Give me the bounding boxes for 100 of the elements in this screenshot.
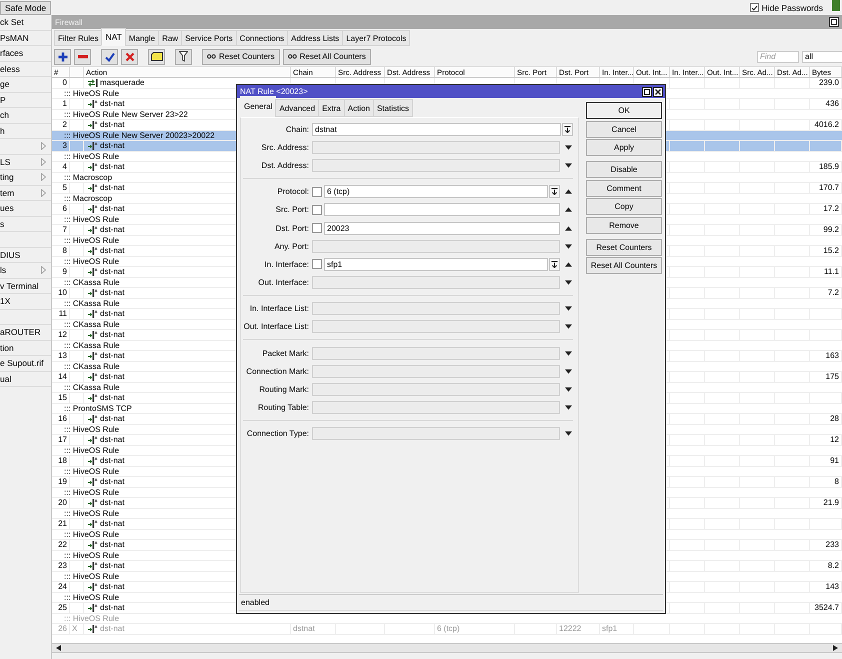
table-cell: 12222 bbox=[559, 624, 582, 634]
sidebar-item[interactable]: ck Set bbox=[0, 15, 51, 30]
sidebar-item[interactable]: ting bbox=[0, 170, 51, 186]
dialog-button[interactable]: Apply bbox=[586, 139, 662, 156]
sidebar-item[interactable]: 1X bbox=[0, 294, 51, 310]
dialog-button[interactable]: Reset All Counters bbox=[586, 257, 662, 274]
dialog-button[interactable]: Reset Counters bbox=[586, 238, 662, 256]
up-arrow-icon[interactable] bbox=[564, 226, 572, 231]
sidebar-item[interactable]: e Supout.rif bbox=[0, 356, 51, 372]
down-arrow-icon[interactable] bbox=[564, 431, 572, 436]
down-arrow-icon[interactable] bbox=[564, 324, 572, 330]
sidebar-item[interactable]: ch bbox=[0, 108, 51, 124]
input-field[interactable] bbox=[312, 427, 560, 440]
negate-checkbox[interactable] bbox=[312, 223, 322, 234]
combo-button[interactable] bbox=[549, 258, 560, 271]
input-field[interactable]: dstnat bbox=[312, 122, 561, 136]
tab[interactable]: Address Lists bbox=[287, 30, 344, 46]
toolbar-button[interactable]: Reset Counters bbox=[202, 48, 280, 64]
dialog-button[interactable]: Remove bbox=[586, 216, 662, 234]
find-field[interactable]: Find bbox=[757, 50, 799, 62]
sidebar-item[interactable]: aROUTER bbox=[0, 325, 51, 340]
down-arrow-icon[interactable] bbox=[564, 387, 572, 392]
tab[interactable]: Connections bbox=[236, 30, 288, 46]
sidebar-item[interactable]: v Terminal bbox=[0, 278, 51, 294]
input-field[interactable] bbox=[312, 364, 560, 378]
sidebar-item[interactable]: PsMAN bbox=[0, 30, 51, 46]
down-arrow-icon[interactable] bbox=[564, 244, 572, 249]
sidebar-item[interactable]: eless bbox=[0, 62, 51, 77]
tab[interactable]: Raw bbox=[158, 30, 182, 46]
sidebar-item[interactable]: rfaces bbox=[0, 46, 51, 62]
input-field[interactable] bbox=[312, 383, 560, 396]
input-field[interactable] bbox=[312, 302, 560, 316]
tab[interactable]: Advanced bbox=[275, 99, 320, 117]
sidebar-item[interactable]: h bbox=[0, 124, 51, 139]
sidebar-item[interactable]: ge bbox=[0, 77, 51, 92]
input-field[interactable] bbox=[312, 401, 560, 414]
input-field[interactable]: 20023 bbox=[324, 222, 560, 235]
safe-mode-button[interactable]: Safe Mode bbox=[0, 1, 51, 15]
rule-comment: ::: HiveOS Rule bbox=[64, 550, 120, 560]
sidebar-item[interactable]: ls bbox=[0, 263, 51, 278]
input-field[interactable] bbox=[312, 158, 560, 172]
negate-checkbox[interactable] bbox=[312, 259, 322, 270]
dialog-button[interactable]: Cancel bbox=[586, 120, 662, 138]
tab[interactable]: Filter Rules bbox=[54, 30, 102, 46]
toolbar-button[interactable] bbox=[175, 48, 192, 64]
dialog-button[interactable]: Disable bbox=[586, 161, 662, 178]
horizontal-scrollbar[interactable] bbox=[52, 643, 842, 653]
down-arrow-icon[interactable] bbox=[564, 144, 572, 150]
input-field[interactable] bbox=[312, 320, 560, 334]
sidebar-item[interactable]: ual bbox=[0, 372, 51, 387]
down-arrow-icon[interactable] bbox=[564, 350, 572, 356]
restore-icon[interactable] bbox=[829, 17, 839, 27]
toolbar-button[interactable] bbox=[54, 48, 71, 64]
sidebar-item[interactable]: P bbox=[0, 92, 51, 108]
sidebar-item[interactable]: ues bbox=[0, 201, 51, 216]
tab[interactable]: Mangle bbox=[124, 30, 160, 46]
input-field[interactable] bbox=[312, 240, 560, 253]
down-arrow-icon[interactable] bbox=[564, 306, 572, 312]
close-icon[interactable] bbox=[653, 86, 663, 96]
down-arrow-icon[interactable] bbox=[564, 368, 572, 374]
up-arrow-icon[interactable] bbox=[564, 262, 572, 267]
down-arrow-icon[interactable] bbox=[564, 405, 572, 410]
sidebar-item[interactable]: DIUS bbox=[0, 248, 51, 263]
rule-comment: ::: HiveOS Rule bbox=[64, 466, 120, 476]
negate-checkbox[interactable] bbox=[312, 204, 322, 215]
tab[interactable]: Layer7 Protocols bbox=[342, 30, 410, 46]
toolbar-button[interactable]: Reset All Counters bbox=[282, 48, 371, 64]
tab[interactable]: Extra bbox=[318, 99, 345, 117]
dialog-button[interactable]: Comment bbox=[586, 180, 662, 196]
input-field[interactable] bbox=[312, 276, 560, 290]
sidebar-item[interactable]: s bbox=[0, 216, 51, 232]
tab[interactable]: Action bbox=[344, 99, 374, 117]
up-arrow-icon[interactable] bbox=[564, 189, 572, 194]
input-field[interactable]: 6 (tcp) bbox=[324, 185, 548, 198]
dialog-button[interactable]: Copy bbox=[586, 198, 662, 215]
negate-checkbox[interactable] bbox=[312, 186, 322, 197]
sidebar-item[interactable]: tem bbox=[0, 186, 51, 201]
up-arrow-icon[interactable] bbox=[564, 207, 572, 212]
table-cell: 23 bbox=[58, 561, 67, 570]
maximize-icon[interactable] bbox=[642, 86, 652, 96]
sidebar-item[interactable]: LS bbox=[0, 154, 51, 170]
filter-dropdown[interactable]: all bbox=[802, 50, 842, 62]
down-arrow-icon[interactable] bbox=[564, 162, 572, 168]
down-arrow-icon[interactable] bbox=[564, 280, 572, 286]
combo-button[interactable] bbox=[562, 122, 573, 136]
hide-passwords-checkbox[interactable] bbox=[750, 3, 759, 12]
tab[interactable]: Service Ports bbox=[181, 30, 237, 46]
dialog-button[interactable]: OK bbox=[586, 102, 662, 119]
left-arrow-icon[interactable] bbox=[56, 645, 61, 651]
sidebar-item[interactable]: tion bbox=[0, 340, 51, 356]
input-field[interactable] bbox=[312, 346, 560, 360]
input-field[interactable]: sfp1 bbox=[324, 258, 548, 271]
input-field[interactable] bbox=[312, 140, 560, 154]
input-field[interactable] bbox=[324, 203, 560, 216]
tab[interactable]: Statistics bbox=[372, 99, 413, 117]
toolbar-button[interactable] bbox=[101, 48, 118, 64]
tab[interactable]: NAT bbox=[101, 28, 126, 46]
right-arrow-icon[interactable] bbox=[833, 645, 838, 651]
combo-button[interactable] bbox=[549, 185, 560, 198]
toolbar-button[interactable] bbox=[148, 48, 165, 64]
